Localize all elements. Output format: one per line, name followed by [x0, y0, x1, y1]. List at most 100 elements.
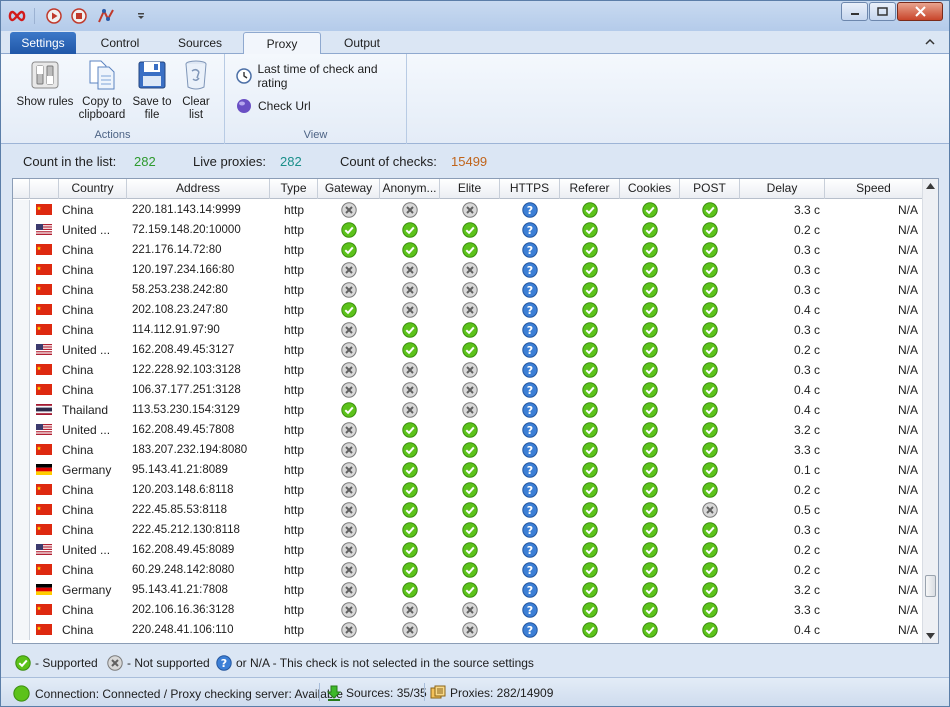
table-row[interactable]: Germany 95.143.41.21:7808 http? 3.2 c N/A: [13, 580, 923, 600]
row-selector[interactable]: [13, 440, 30, 460]
header-speed[interactable]: Speed: [825, 179, 923, 199]
row-selector[interactable]: [13, 560, 30, 580]
minimize-button[interactable]: [841, 2, 868, 21]
check-url-button[interactable]: Check Url: [235, 96, 311, 116]
table-row[interactable]: China 221.176.14.72:80 http? 0.3 c N/A: [13, 240, 923, 260]
header-address[interactable]: Address: [127, 179, 270, 199]
clock-icon: [235, 67, 252, 85]
table-row[interactable]: China 114.112.91.97:90 http? 0.3 c N/A: [13, 320, 923, 340]
play-icon[interactable]: [44, 6, 64, 26]
clear-list-button[interactable]: Clear list: [175, 58, 217, 122]
show-rules-button[interactable]: Show rules: [13, 58, 77, 109]
table-row[interactable]: United ... 162.208.49.45:8089 http? 0.2 c N/…: [13, 540, 923, 560]
customize-toolbar-icon[interactable]: [131, 6, 151, 26]
cell-address: 122.228.92.103:3128: [132, 364, 241, 376]
header-anon[interactable]: Anonym...: [380, 179, 440, 199]
table-row[interactable]: China 222.45.212.130:8118 http? 0.3 c N/A: [13, 520, 923, 540]
row-selector[interactable]: [13, 500, 30, 520]
cell-type: http: [283, 583, 304, 597]
row-selector[interactable]: [13, 300, 30, 320]
header-gateway[interactable]: Gateway: [318, 179, 380, 199]
copy-to-clipboard-button[interactable]: Copy to clipboard: [75, 58, 129, 122]
row-selector[interactable]: [13, 340, 30, 360]
table-row[interactable]: China 183.207.232.194:8080 http? 3.3 c N/A: [13, 440, 923, 460]
header-referer[interactable]: Referer: [560, 179, 620, 199]
table-row[interactable]: United ... 72.159.148.20:10000 http? 0.2 c N…: [13, 220, 923, 240]
scrollbar-thumb[interactable]: [925, 575, 936, 597]
row-selector[interactable]: [13, 380, 30, 400]
tab-settings[interactable]: Settings: [10, 32, 76, 54]
header-country[interactable]: Country: [59, 179, 127, 199]
cross-icon: [402, 402, 418, 418]
maximize-button[interactable]: [869, 2, 896, 21]
cell-speed: N/A: [897, 483, 918, 497]
header-delay[interactable]: Delay: [740, 179, 825, 199]
row-selector[interactable]: [13, 420, 30, 440]
tab-control[interactable]: Control: [89, 32, 151, 54]
header-https[interactable]: HTTPS: [500, 179, 560, 199]
last-check-button[interactable]: Last time of check and rating: [235, 62, 406, 90]
check-icon: [702, 422, 718, 438]
check-icon: [702, 582, 718, 598]
row-selector[interactable]: [13, 240, 30, 260]
row-selector[interactable]: [13, 580, 30, 600]
cell-speed: N/A: [897, 363, 918, 377]
table-row[interactable]: China 220.181.143.14:9999 http? 3.3 c N/A: [13, 200, 923, 220]
header-cookies[interactable]: Cookies: [620, 179, 680, 199]
row-selector[interactable]: [13, 260, 30, 280]
row-selector[interactable]: [13, 600, 30, 620]
table-row[interactable]: Thailand 113.53.230.154:3129 http? 0.4 c N/A: [13, 400, 923, 420]
tab-proxy[interactable]: Proxy: [243, 32, 321, 55]
table-row[interactable]: China 60.29.248.142:8080 http? 0.2 c N/A: [13, 560, 923, 580]
check-icon: [702, 202, 718, 218]
ribbon-tabs: Settings Control Sources Proxy Output: [1, 31, 949, 55]
table-row[interactable]: United ... 162.208.49.45:7808 http? 3.2 c N/…: [13, 420, 923, 440]
network-icon[interactable]: [96, 6, 116, 26]
cell-type: http: [283, 443, 304, 457]
table-row[interactable]: China 202.106.16.36:3128 http? 3.3 c N/A: [13, 600, 923, 620]
stop-icon[interactable]: [69, 6, 89, 26]
table-row[interactable]: China 106.37.177.251:3128 http? 0.4 c N/A: [13, 380, 923, 400]
copy-icon: [84, 58, 120, 92]
table-row[interactable]: Germany 95.143.41.21:8089 http? 0.1 c N/A: [13, 460, 923, 480]
cross-icon: [341, 282, 357, 298]
row-selector[interactable]: [13, 400, 30, 420]
check-url-label: Check Url: [258, 99, 311, 113]
table-row[interactable]: China 122.228.92.103:3128 http? 0.3 c N/A: [13, 360, 923, 380]
table-row[interactable]: China 58.253.238.242:80 http? 0.3 c N/A: [13, 280, 923, 300]
row-selector[interactable]: [13, 460, 30, 480]
check-icon: [702, 342, 718, 358]
svg-text:?: ?: [527, 464, 533, 477]
close-button[interactable]: [897, 2, 943, 21]
row-selector[interactable]: [13, 620, 30, 640]
cell-type: http: [283, 483, 304, 497]
header-elite[interactable]: Elite: [440, 179, 500, 199]
check-icon: [402, 422, 418, 438]
row-selector[interactable]: [13, 220, 30, 240]
flag-us-icon: [36, 544, 52, 555]
table-row[interactable]: China 220.248.41.106:110 http? 0.4 c N/A: [13, 620, 923, 640]
row-selector[interactable]: [13, 520, 30, 540]
question-icon: ?: [522, 442, 538, 458]
tab-sources[interactable]: Sources: [169, 32, 231, 54]
row-selector[interactable]: [13, 280, 30, 300]
row-selector[interactable]: [13, 540, 30, 560]
table-row[interactable]: China 120.203.148.6:8118 http? 0.2 c N/A: [13, 480, 923, 500]
header-post[interactable]: POST: [680, 179, 740, 199]
table-row[interactable]: China 120.197.234.166:80 http? 0.3 c N/A: [13, 260, 923, 280]
cell-address: 162.208.49.45:8089: [132, 544, 235, 556]
row-selector[interactable]: [13, 480, 30, 500]
table-row[interactable]: United ... 162.208.49.45:3127 http? 0.2 c N/…: [13, 340, 923, 360]
row-selector[interactable]: [13, 360, 30, 380]
table-row[interactable]: China 222.45.85.53:8118 http? 0.5 c N/A: [13, 500, 923, 520]
check-icon: [341, 242, 357, 258]
flag-cn-icon: [36, 484, 52, 495]
save-to-file-button[interactable]: Save to file: [127, 58, 177, 122]
table-row[interactable]: China 202.108.23.247:80 http? 0.4 c N/A: [13, 300, 923, 320]
header-type[interactable]: Type: [270, 179, 318, 199]
ribbon-help-icon[interactable]: [925, 36, 935, 50]
row-selector[interactable]: [13, 200, 30, 220]
vertical-scrollbar[interactable]: [922, 179, 938, 643]
tab-output[interactable]: Output: [331, 32, 393, 54]
row-selector[interactable]: [13, 320, 30, 340]
